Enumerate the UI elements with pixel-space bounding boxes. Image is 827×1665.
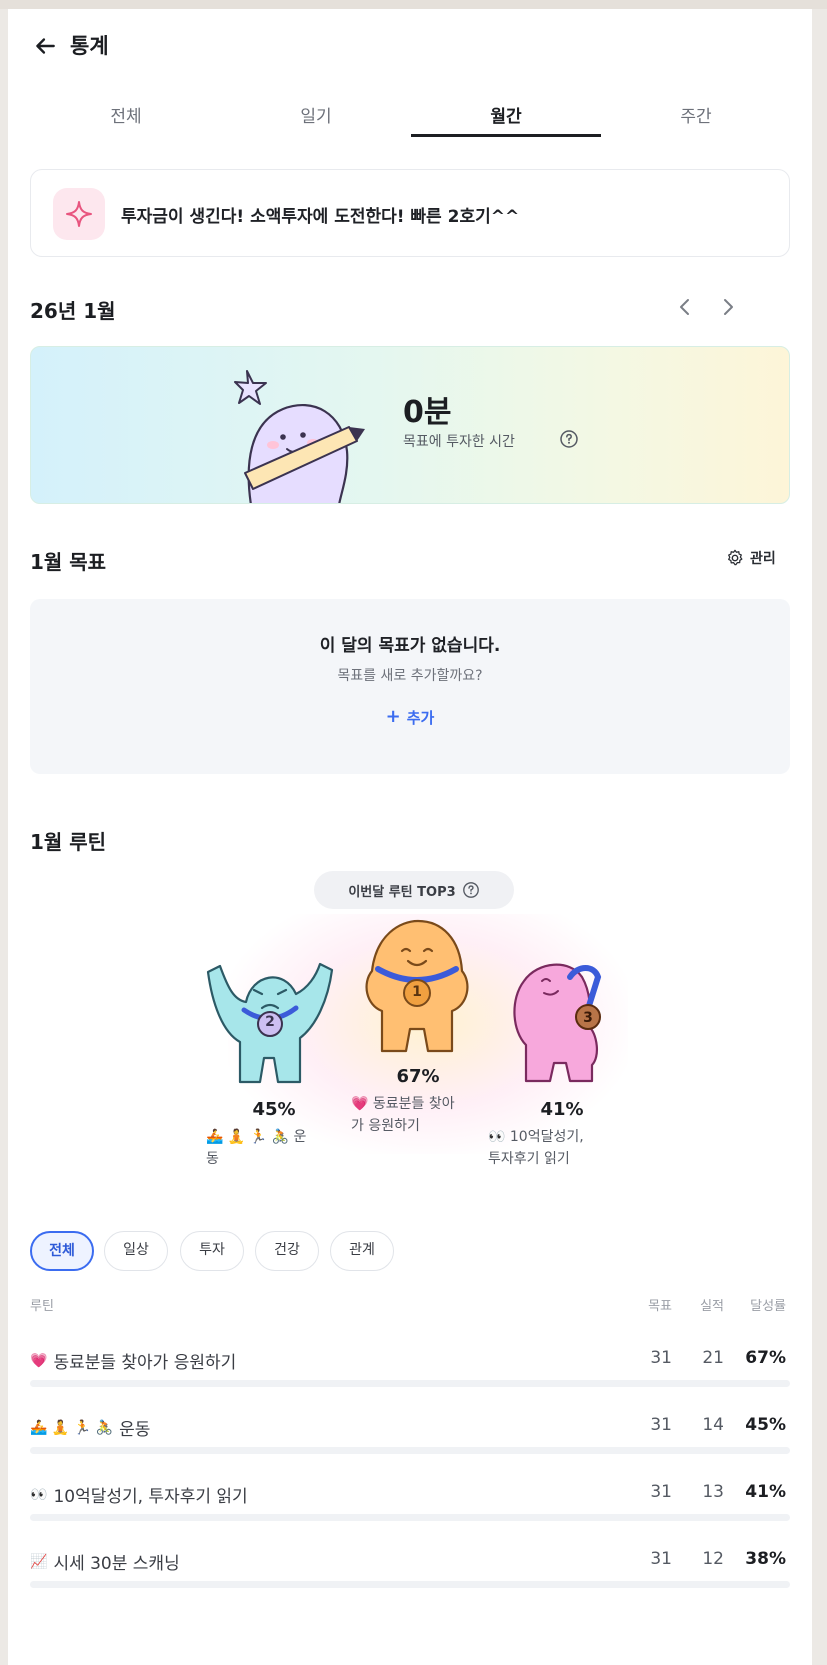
table-header-actual: 실적 bbox=[700, 1299, 724, 1314]
gear-icon bbox=[728, 549, 743, 566]
help-circle-icon[interactable] bbox=[462, 881, 480, 899]
third-place-percent: 41% bbox=[540, 1099, 584, 1120]
routine-name: 동료분들 찾아가 응원하기 bbox=[53, 1353, 237, 1373]
table-row[interactable]: 👀 10억달성기, 투자후기 읽기 bbox=[30, 1482, 248, 1508]
routine-rate: 38% bbox=[745, 1549, 786, 1569]
help-circle-icon[interactable] bbox=[559, 429, 579, 449]
back-arrow-icon[interactable] bbox=[32, 33, 58, 59]
invested-time-caption: 목표에 투자한 시간 bbox=[403, 434, 515, 450]
routine-rate: 45% bbox=[745, 1415, 786, 1435]
empty-goals-subtitle: 목표를 새로 추가할까요? bbox=[337, 668, 483, 684]
announcement-text: 투자금이 생긴다! 소액투자에 도전한다! 빠른 2호기^^ bbox=[121, 207, 520, 227]
plus-icon: + bbox=[385, 706, 401, 727]
manage-goals-button[interactable]: 관리 bbox=[726, 547, 776, 569]
top3-label: 이번달 루틴 TOP3 bbox=[348, 884, 456, 900]
row-divider bbox=[30, 1581, 790, 1588]
first-place-name-line2: 가 응원하기 bbox=[351, 1118, 420, 1134]
third-place-name-line2: 투자후기 읽기 bbox=[488, 1151, 570, 1167]
routine-name: 시세 30분 스캐닝 bbox=[53, 1554, 180, 1574]
window-top-strip bbox=[0, 0, 827, 9]
page-title: 통계 bbox=[70, 34, 109, 58]
routine-actual: 12 bbox=[702, 1549, 724, 1569]
eyes-icon: 👀 bbox=[30, 1486, 48, 1503]
second-place-percent: 45% bbox=[252, 1099, 296, 1120]
routine-goal: 31 bbox=[650, 1348, 672, 1368]
invested-time-value: 0분 bbox=[403, 395, 452, 430]
exercise-icons: 🚣 🧘 🏃 🚴 bbox=[30, 1419, 114, 1436]
table-row[interactable]: 📈 시세 30분 스캐닝 bbox=[30, 1549, 180, 1575]
table-header-routine: 루틴 bbox=[30, 1299, 54, 1314]
routine-section-title: 1월 루틴 bbox=[30, 830, 107, 854]
third-place-name: 👀 10억달성기, 투자후기 읽기 bbox=[488, 1126, 638, 1170]
tab-diary[interactable]: 일기 bbox=[221, 97, 411, 137]
add-goal-label: 추가 bbox=[406, 708, 435, 727]
goals-empty-state: 이 달의 목표가 없습니다. 목표를 새로 추가할까요? + 추가 bbox=[30, 599, 790, 774]
row-divider bbox=[30, 1380, 790, 1387]
manage-label: 관리 bbox=[750, 551, 776, 567]
invested-time-card: 0분 목표에 투자한 시간 bbox=[30, 346, 790, 504]
active-tab-indicator bbox=[411, 134, 601, 137]
routine-rate: 41% bbox=[745, 1482, 786, 1502]
first-place-percent: 67% bbox=[396, 1066, 440, 1087]
tab-weekly[interactable]: 주간 bbox=[601, 97, 791, 137]
heart-icon: 💗 bbox=[30, 1352, 48, 1369]
tab-monthly[interactable]: 월간 bbox=[411, 97, 601, 137]
filter-chip-health[interactable]: 건강 bbox=[255, 1231, 319, 1271]
routine-goal: 31 bbox=[650, 1482, 672, 1502]
routine-name: 운동 bbox=[119, 1420, 151, 1440]
chart-icon: 📈 bbox=[30, 1553, 48, 1570]
empty-goals-title: 이 달의 목표가 없습니다. bbox=[319, 636, 501, 656]
row-divider bbox=[30, 1447, 790, 1454]
add-goal-button[interactable]: + 추가 bbox=[370, 702, 450, 732]
routine-goal: 31 bbox=[650, 1415, 672, 1435]
goals-section-title: 1월 목표 bbox=[30, 550, 107, 574]
second-place-name-line2: 동 bbox=[206, 1151, 219, 1167]
routine-actual: 13 bbox=[702, 1482, 724, 1502]
month-label: 26년 1월 bbox=[30, 299, 116, 323]
second-medal-rank: 2 bbox=[265, 1014, 275, 1030]
announcement-card[interactable]: 투자금이 생긴다! 소액투자에 도전한다! 빠른 2호기^^ bbox=[30, 169, 790, 257]
routine-rate: 67% bbox=[745, 1348, 786, 1368]
routine-name: 10억달성기, 투자후기 읽기 bbox=[53, 1487, 248, 1507]
chevron-left-icon[interactable] bbox=[673, 295, 697, 319]
chevron-right-icon[interactable] bbox=[716, 295, 740, 319]
table-row[interactable]: 💗 동료분들 찾아가 응원하기 bbox=[30, 1348, 237, 1374]
routine-actual: 21 bbox=[702, 1348, 724, 1368]
first-place-name: 💗 동료분들 찾아 가 응원하기 bbox=[351, 1093, 491, 1137]
stats-sheet: 통계 전체 일기 월간 주간 투자금이 생긴다! 소액투자에 도전한다! 빠른 … bbox=[8, 9, 812, 1665]
second-place-name: 🚣 🧘 🏃 🚴 운 동 bbox=[206, 1126, 336, 1170]
routine-actual: 14 bbox=[702, 1415, 724, 1435]
table-header-goal: 목표 bbox=[648, 1299, 672, 1314]
third-place-name-line1: 👀 10억달성기, bbox=[488, 1129, 584, 1145]
row-divider bbox=[30, 1514, 790, 1521]
sparkle-icon bbox=[53, 188, 105, 240]
filter-chip-relation[interactable]: 관계 bbox=[330, 1231, 394, 1271]
first-medal-rank: 1 bbox=[412, 984, 422, 1000]
top3-badge: 이번달 루틴 TOP3 bbox=[314, 871, 514, 909]
filter-chip-daily[interactable]: 일상 bbox=[104, 1231, 168, 1271]
table-row[interactable]: 🚣 🧘 🏃 🚴 운동 bbox=[30, 1415, 151, 1441]
third-place-character bbox=[513, 963, 602, 1083]
first-place-name-line1: 💗 동료분들 찾아 bbox=[351, 1096, 455, 1112]
filter-chip-invest[interactable]: 투자 bbox=[180, 1231, 244, 1271]
third-medal-rank: 3 bbox=[583, 1010, 593, 1026]
table-header-rate: 달성률 bbox=[750, 1299, 786, 1314]
routine-goal: 31 bbox=[650, 1549, 672, 1569]
filter-chip-all[interactable]: 전체 bbox=[30, 1231, 94, 1271]
mascot-illustration bbox=[234, 370, 365, 503]
tab-all[interactable]: 전체 bbox=[31, 97, 221, 137]
second-place-name-line1: 🚣 🧘 🏃 🚴 운 bbox=[206, 1129, 307, 1145]
